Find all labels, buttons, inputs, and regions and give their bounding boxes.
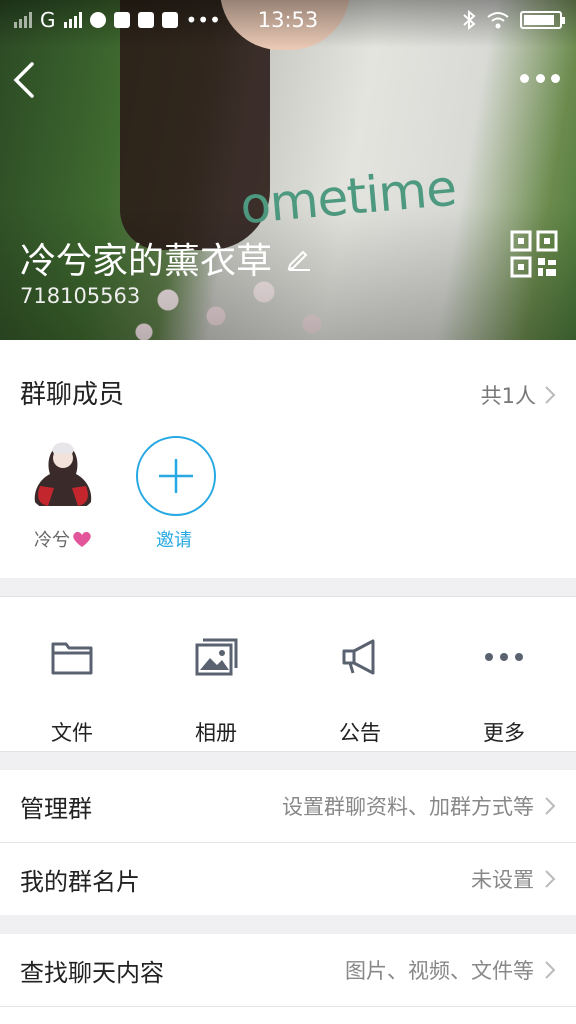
wechat-icon (89, 12, 106, 28)
invite-label[interactable]: 邀请 (156, 526, 192, 552)
members-title: 群聊成员 (20, 380, 125, 410)
row-group-card[interactable]: 我的群名片 未设置 (0, 843, 576, 915)
row-manage-group-value: 设置群聊资料、加群方式等 (282, 795, 534, 819)
edit-pencil-icon[interactable] (286, 245, 312, 271)
signal-icon-2 (63, 12, 82, 28)
feature-more[interactable]: 更多 (432, 597, 576, 751)
feature-files-label: 文件 (51, 721, 93, 745)
row-manage-group-label: 管理群 (20, 794, 92, 823)
feature-album[interactable]: 相册 (144, 597, 288, 751)
feature-files[interactable]: 文件 (0, 597, 144, 751)
more-menu-button[interactable] (520, 66, 560, 90)
row-next-partial (0, 1007, 576, 1024)
row-group-card-value: 未设置 (471, 868, 534, 892)
battery-icon (520, 11, 565, 29)
row-search-chat-label: 查找聊天内容 (20, 958, 164, 987)
back-button[interactable] (12, 58, 48, 102)
feature-announcement[interactable]: 公告 (288, 597, 432, 751)
row-search-chat-value: 图片、视频、文件等 (345, 959, 534, 983)
members-section: 群聊成员 共1人 冷兮 邀请 (0, 340, 576, 578)
member-name: 冷兮 (34, 526, 92, 552)
row-search-chat-value-wrap: 图片、视频、文件等 (345, 955, 556, 985)
chevron-right-icon (545, 961, 556, 979)
back-arrow-icon (13, 62, 34, 98)
carrier-label: G (40, 8, 56, 32)
row-group-card-label: 我的群名片 (20, 867, 140, 896)
folder-icon (51, 642, 93, 675)
s-app-icon (113, 12, 130, 28)
group-name-row[interactable]: 冷兮家的薰衣草 (20, 232, 312, 284)
group-name: 冷兮家的薰衣草 (20, 241, 273, 282)
member-name-text: 冷兮 (34, 530, 70, 551)
group-header: ometime G ••• 13:53 冷兮家的薰衣草 718105563 (0, 0, 576, 340)
avatar-illustration (34, 442, 92, 506)
announcement-icon (342, 639, 375, 675)
feature-more-label: 更多 (483, 721, 525, 745)
row-manage-group-value-wrap: 设置群聊资料、加群方式等 (282, 791, 556, 821)
row-search-chat[interactable]: 查找聊天内容 图片、视频、文件等 (0, 934, 576, 1006)
status-bar: G ••• 13:53 (0, 0, 576, 40)
members-count-link[interactable]: 共1人 (481, 380, 556, 410)
mail-icon (137, 12, 154, 28)
invite-button[interactable] (136, 436, 216, 516)
heart-icon (73, 531, 91, 547)
feature-album-label: 相册 (195, 721, 237, 745)
signal-icon (14, 12, 32, 28)
member-avatar[interactable] (24, 436, 102, 514)
features-grid: 文件 相册 公告 更多 (0, 596, 576, 752)
wifi-icon (487, 12, 509, 29)
app-icon (161, 12, 178, 28)
album-icon (195, 638, 238, 676)
row-group-card-value-wrap: 未设置 (471, 864, 556, 894)
members-count: 共1人 (480, 384, 536, 408)
more-dots-icon (485, 653, 523, 661)
chevron-right-icon (545, 386, 556, 404)
chevron-right-icon (545, 870, 556, 888)
group-id: 718105563 (20, 284, 141, 308)
chevron-right-icon (545, 797, 556, 815)
more-icon: ••• (185, 8, 221, 32)
bluetooth-icon (463, 10, 476, 30)
plus-icon (159, 459, 193, 493)
qr-code-icon[interactable] (510, 230, 558, 278)
feature-announcement-label: 公告 (339, 721, 381, 745)
row-manage-group[interactable]: 管理群 设置群聊资料、加群方式等 (0, 770, 576, 842)
